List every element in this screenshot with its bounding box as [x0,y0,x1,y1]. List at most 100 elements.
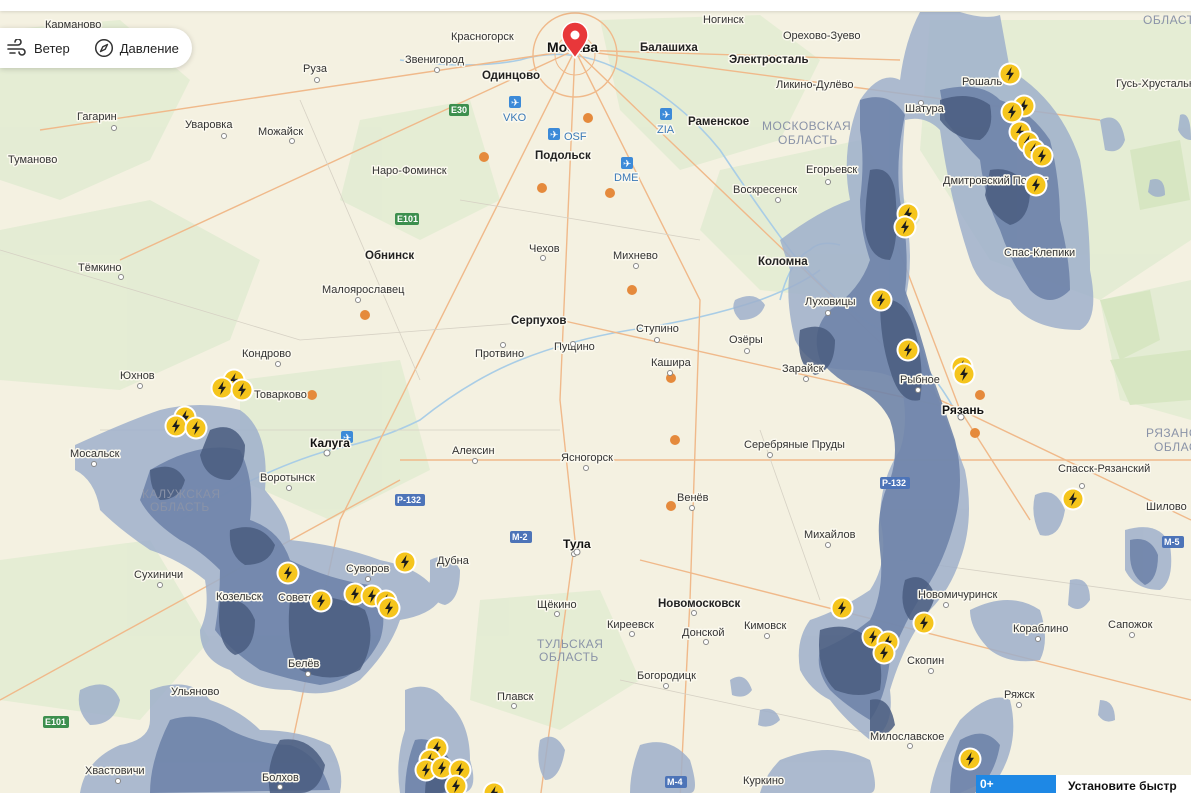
city-label[interactable]: Ясногорск [560,451,615,466]
city-label[interactable]: Ногинск [702,13,746,28]
lightning-bolt-icon[interactable] [869,288,893,312]
city-label[interactable]: Кимовск [743,619,788,634]
city-label[interactable]: Орехово-Зуево [782,29,863,44]
city-label[interactable]: Кондрово [241,347,293,362]
city-label[interactable]: Михнево [612,249,660,264]
city-label[interactable]: Сапожок [1107,618,1155,633]
city-label[interactable]: Щёкино [536,598,579,613]
city-label[interactable]: Белёв [287,657,322,672]
city-label[interactable]: Калуга [309,435,352,452]
lightning-bolt-icon[interactable] [958,747,982,771]
lightning-bolt-icon[interactable] [309,589,333,613]
city-label[interactable]: Воскресенск [732,183,799,198]
lightning-bolt-icon[interactable] [230,378,254,402]
city-label[interactable]: Козельск [215,590,264,605]
install-app-banner[interactable]: Установите быстр [1056,775,1191,793]
city-label[interactable]: Раменское [687,115,751,130]
city-label[interactable]: Звенигород [404,53,467,68]
lightning-bolt-icon[interactable] [998,62,1022,86]
city-label[interactable]: Одинцово [481,69,542,84]
city-label[interactable]: Сухиничи [133,568,185,583]
city-label[interactable]: Ряжск [1003,688,1037,703]
city-label[interactable]: Малоярославец [321,283,407,298]
lightning-bolt-icon[interactable] [872,641,896,665]
city-label[interactable]: Юхнов [119,369,157,384]
pressure-layer-button[interactable]: Давление [80,38,189,58]
city-label[interactable]: Дубна [436,554,472,569]
lightning-bolt-icon[interactable] [1061,487,1085,511]
city-label[interactable]: Гусь-Хрустальный [1115,77,1191,92]
city-label[interactable]: Озёры [728,333,765,348]
lightning-bolt-icon[interactable] [393,550,417,574]
city-label[interactable]: Протвино [474,347,526,362]
lightning-bolt-icon[interactable] [893,215,917,239]
city-label[interactable]: Рошаль [961,75,1004,90]
city-label[interactable]: Донской [681,626,726,641]
city-label[interactable]: Зарайск [781,362,826,377]
city-label[interactable]: Богородицк [636,669,698,684]
city-label[interactable]: Товарково [253,388,309,403]
city-label[interactable]: Воротынск [259,471,317,486]
city-label[interactable]: Луховицы [804,295,858,310]
lightning-bolt-icon[interactable] [1000,100,1024,124]
wind-layer-button[interactable]: Ветер [4,39,80,57]
lightning-bolt-icon[interactable] [1030,144,1054,168]
city-label[interactable]: Шилово [1145,500,1189,515]
lightning-bolt-icon[interactable] [952,362,976,386]
city-label[interactable]: Ликино-Дулёво [775,78,856,93]
city-label[interactable]: Михайлов [803,528,858,543]
city-label[interactable]: Кашира [650,356,694,371]
lightning-bolt-icon[interactable] [276,561,300,585]
city-label[interactable]: Мосальск [69,447,122,462]
city-label[interactable]: Спасск-Рязанский [1057,462,1152,477]
city-label[interactable]: Электросталь [728,53,811,68]
region-label-ryazan-2: ОБЛАСТ [1154,440,1191,454]
lightning-bolt-icon[interactable] [896,338,920,362]
city-label[interactable]: Шатура [904,102,947,117]
lightning-bolt-icon[interactable] [184,416,208,440]
city-label[interactable]: Плавск [496,690,536,705]
city-label[interactable]: Алексин [451,444,497,459]
city-label[interactable]: Милославское [869,730,946,745]
city-label[interactable]: Коломна [757,255,810,270]
city-label[interactable]: Новомосковск [657,597,743,612]
city-label[interactable]: Спас-Клепики [1003,246,1077,261]
city-label[interactable]: Гагарин [76,110,119,125]
city-label[interactable]: Рыбное [899,373,942,388]
lightning-bolt-icon[interactable] [210,376,234,400]
city-label[interactable]: Скопин [906,654,946,669]
svg-text:E30: E30 [451,105,467,115]
city-label[interactable]: Балашиха [639,41,700,56]
lightning-bolt-icon[interactable] [164,414,188,438]
city-label[interactable]: Наро-Фоминск [371,164,449,179]
lightning-bolt-icon[interactable] [912,611,936,635]
city-label[interactable]: Новомичуринск [917,588,1000,603]
city-label[interactable]: Уваровка [184,118,235,133]
city-label[interactable]: Обнинск [364,249,416,264]
city-label[interactable]: Красногорск [450,30,516,45]
city-label[interactable]: Руза [302,62,330,77]
city-label[interactable]: Серпухов [510,314,568,329]
city-label[interactable]: Киреевск [606,618,656,633]
road-shield: P-132 [880,477,910,489]
city-label[interactable]: Болхов [261,771,301,786]
city-label[interactable]: Ульяново [170,685,221,700]
city-label[interactable]: Суворов [345,562,392,577]
city-label[interactable]: Можайск [257,125,305,140]
city-label[interactable]: Тумановo [7,153,59,168]
city-label[interactable]: Серебряные Пруды [743,438,847,453]
city-label[interactable]: Кораблино [1012,622,1070,637]
city-label[interactable]: Тёмкино [77,261,124,276]
city-label[interactable]: Венёв [676,491,711,506]
airport[interactable]: ✈ OSF [548,128,588,145]
lightning-bolt-icon[interactable] [1024,173,1048,197]
city-label[interactable]: Егорьевск [805,163,859,178]
city-label[interactable]: Ступино [635,322,681,337]
lightning-bolt-icon[interactable] [377,596,401,620]
city-label[interactable]: Чехов [528,242,562,257]
city-label[interactable]: Подольск [534,149,593,164]
lightning-bolt-icon[interactable] [830,596,854,620]
city-label[interactable]: Хвастовичи [84,764,147,779]
weather-map[interactable]: МОСКОВСКАЯ ОБЛАСТЬ КАЛУЖСКАЯ ОБЛАСТЬ ТУЛ… [0,0,1191,793]
city-label[interactable]: Куркино [742,774,786,789]
